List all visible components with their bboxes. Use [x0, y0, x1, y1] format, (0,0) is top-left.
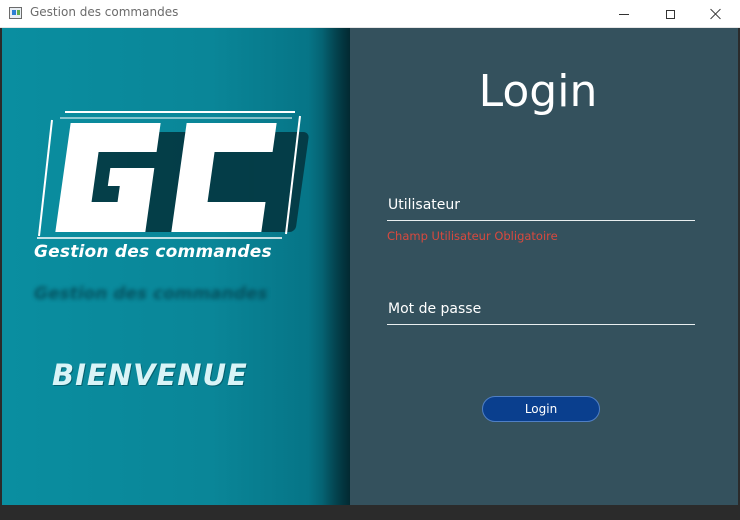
- app-window-icon: [9, 7, 22, 19]
- window-bottom-edge: [0, 505, 740, 520]
- panel-edge-shadow: [322, 28, 350, 505]
- login-button[interactable]: Login: [482, 396, 600, 422]
- gc-logo: GC: [37, 111, 309, 239]
- password-field-container: [387, 294, 696, 325]
- logo-subtitle: Gestion des commandes: [34, 242, 272, 262]
- username-field-container: [387, 190, 696, 221]
- window-title: Gestion des commandes: [30, 5, 179, 19]
- username-input[interactable]: [387, 190, 696, 220]
- maximize-icon: [665, 9, 675, 19]
- maximize-button[interactable]: [647, 0, 693, 28]
- login-panel: Login Champ Utilisateur Obligatoire Logi…: [350, 28, 738, 505]
- close-button[interactable]: [693, 0, 739, 28]
- welcome-text: BIENVENUE: [52, 358, 248, 392]
- title-bar: Gestion des commandes: [0, 0, 740, 28]
- password-input[interactable]: [387, 294, 696, 324]
- logo-subtitle-reflection: Gestion des commandes: [34, 284, 268, 304]
- close-icon: [710, 8, 722, 20]
- branding-panel: GC Gestion des commandes Gestion des com…: [2, 28, 350, 505]
- minimize-button[interactable]: [601, 0, 647, 28]
- username-error-message: Champ Utilisateur Obligatoire: [387, 229, 558, 243]
- login-title: Login: [478, 66, 598, 117]
- minimize-icon: [619, 13, 629, 15]
